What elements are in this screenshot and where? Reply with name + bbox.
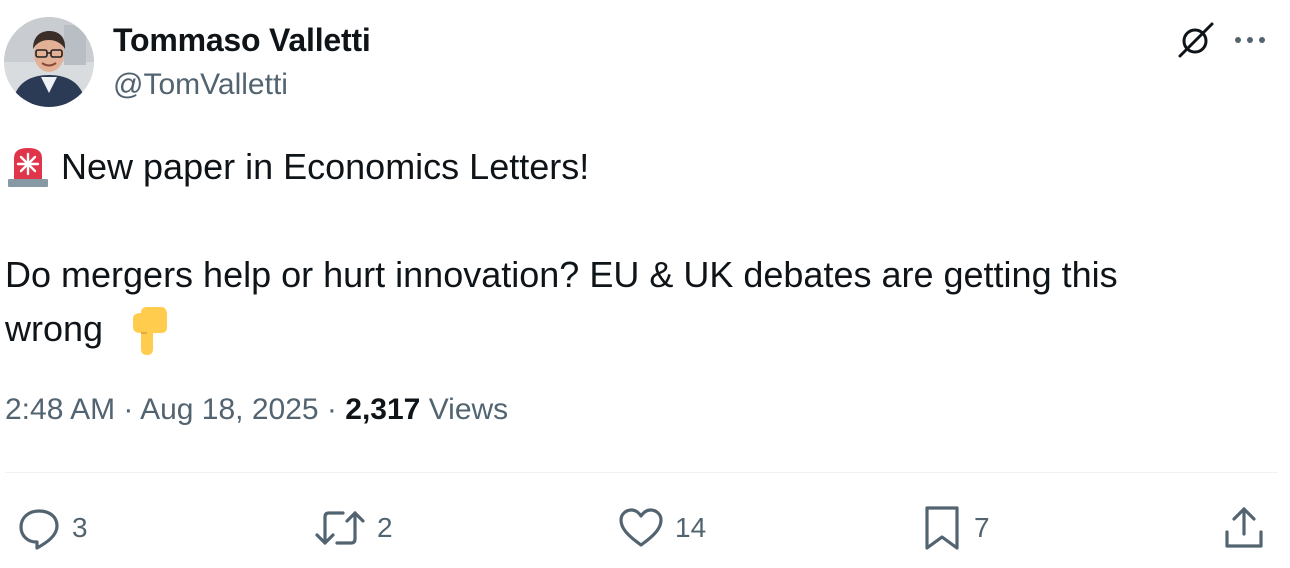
- grok-icon: [1178, 22, 1214, 58]
- profile-photo: [4, 17, 94, 107]
- tweet-line-1: New paper in Economics Letters!: [5, 140, 1275, 194]
- bookmark-icon: [925, 506, 959, 550]
- reply-icon: [19, 509, 59, 550]
- tweet-line-2: Do mergers help or hurt innovation? EU &…: [5, 254, 1118, 295]
- like-count: 14: [675, 512, 707, 543]
- meta-separator: ·: [115, 393, 141, 426]
- meta-separator: ·: [318, 393, 346, 426]
- share-button[interactable]: [1220, 500, 1268, 556]
- rotating-light-icon: [8, 148, 48, 187]
- avatar[interactable]: [4, 17, 94, 107]
- tweet-line-3-text: wrong: [5, 308, 104, 349]
- more-button[interactable]: [1226, 16, 1274, 64]
- bookmark-count: 7: [974, 512, 990, 543]
- tweet-date[interactable]: Aug 18, 2025: [140, 393, 319, 426]
- tweet-line-1-text: New paper in Economics Letters!: [61, 146, 590, 187]
- tweet-line-3: wrong: [5, 302, 1275, 357]
- repost-count: 2: [377, 512, 393, 543]
- views-label: Views: [428, 393, 509, 426]
- author-handle[interactable]: @TomValletti: [113, 68, 288, 102]
- reply-count: 3: [72, 512, 88, 543]
- tweet-meta: 2:48 AM · Aug 18, 2025 · 2,317 Views: [5, 393, 508, 427]
- more-horizontal-icon: [1235, 37, 1265, 43]
- tweet-text: New paper in Economics Letters! Do merge…: [5, 140, 1275, 357]
- share-icon: [1225, 507, 1263, 548]
- reply-button[interactable]: 3: [16, 500, 88, 556]
- heart-icon: [619, 508, 663, 547]
- backhand-index-pointing-down-icon: [133, 307, 168, 356]
- views-count: 2,317: [345, 393, 421, 426]
- repost-button[interactable]: 2: [313, 500, 393, 556]
- repost-icon: [315, 511, 365, 545]
- like-button[interactable]: 14: [617, 500, 706, 556]
- grok-button[interactable]: [1172, 16, 1220, 64]
- tweet-time[interactable]: 2:48 AM: [5, 393, 115, 426]
- divider: [5, 472, 1278, 473]
- author-display-name[interactable]: Tommaso Valletti: [113, 22, 371, 59]
- bookmark-button[interactable]: 7: [920, 500, 990, 556]
